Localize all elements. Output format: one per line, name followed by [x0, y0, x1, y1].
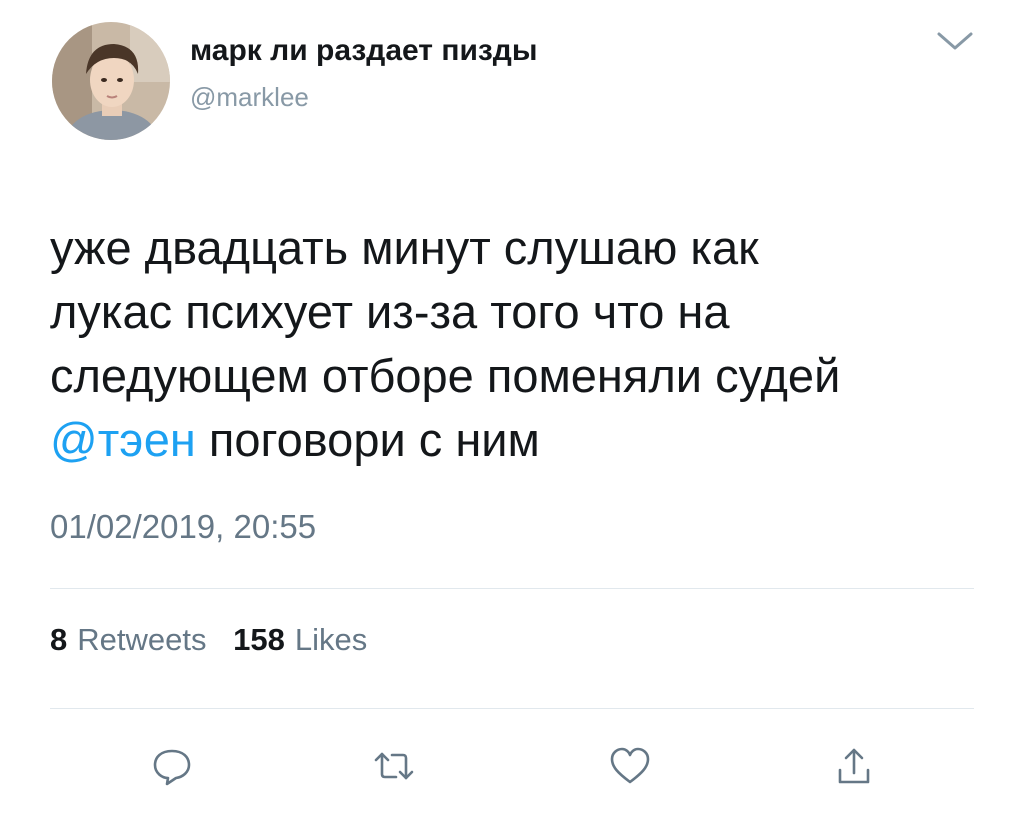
tweet-text: уже двадцать минут слушаю как лукас псих… — [50, 216, 980, 472]
share-icon[interactable] — [832, 744, 876, 788]
likes-count: 158 — [233, 622, 285, 657]
chevron-down-icon[interactable] — [935, 28, 975, 54]
likes-stat[interactable]: 158 Likes — [233, 622, 367, 657]
tweet-text-line: уже двадцать минут слушаю как — [50, 221, 759, 274]
divider — [50, 588, 974, 589]
retweets-label: Retweets — [77, 622, 207, 657]
tweet-stats: 8 Retweets 158 Likes — [50, 622, 367, 658]
author-handle[interactable]: @marklee — [190, 82, 309, 113]
reply-icon[interactable] — [150, 744, 194, 788]
avatar[interactable] — [52, 22, 170, 140]
tweet-text-line: лукас психует из-за того что на — [50, 285, 730, 338]
timestamp: 01/02/2019, 20:55 — [50, 508, 317, 545]
retweets-count: 8 — [50, 622, 68, 657]
retweet-icon[interactable] — [372, 744, 416, 788]
tweet-text-line: следующем отборе поменяли судей — [50, 349, 841, 402]
likes-label: Likes — [294, 622, 368, 657]
retweets-stat[interactable]: 8 Retweets — [50, 622, 206, 657]
tweet-text-line-last: @тэен поговори с ним — [50, 408, 980, 472]
heart-icon[interactable] — [608, 744, 652, 788]
author-display-name[interactable]: марк ли раздает пизды — [190, 34, 537, 68]
divider — [50, 708, 974, 709]
tweet-text-tail: поговори с ним — [195, 413, 540, 466]
mention-link[interactable]: @тэен — [50, 413, 196, 466]
